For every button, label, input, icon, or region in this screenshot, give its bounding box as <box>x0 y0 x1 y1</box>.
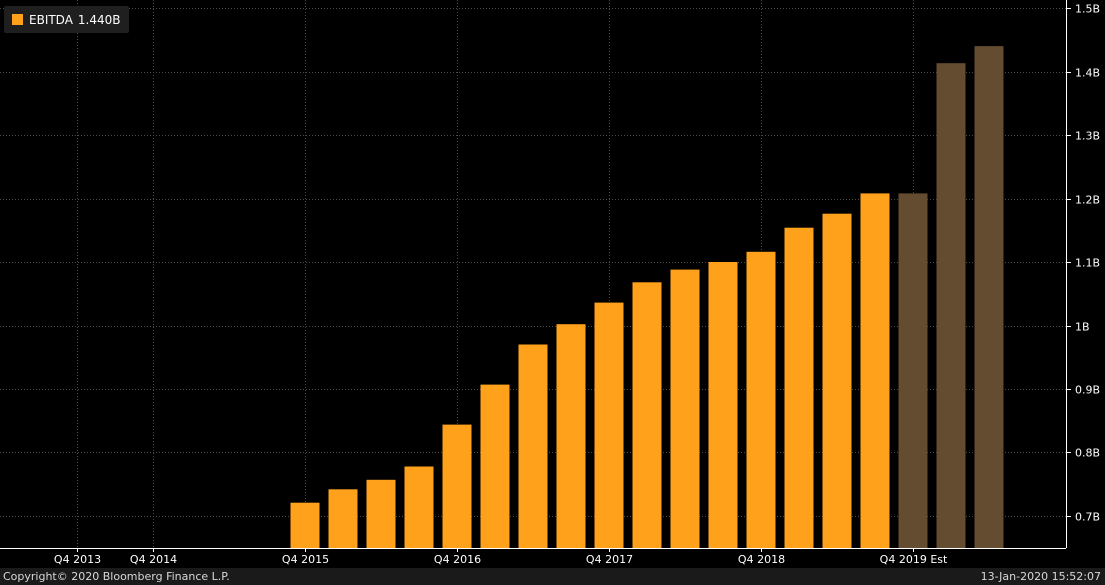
bar-actual <box>328 489 358 548</box>
bar-actual <box>822 213 852 548</box>
bar-actual <box>518 344 548 548</box>
copyright-text: Copyright© 2020 Bloomberg Finance L.P. <box>3 570 230 583</box>
y-tick-label: 1.3B <box>1075 130 1100 143</box>
bar-actual <box>556 324 586 548</box>
bar-actual <box>632 282 662 548</box>
x-tick-label: Q4 2014 <box>130 553 177 566</box>
bar-actual <box>366 479 396 548</box>
y-tick-label: 1.5B <box>1075 3 1100 16</box>
bar-chart: 0.7B 0.8B 0.9B 1B 1.1B 1.2B 1.3B 1.4B 1.5B Q4 201… <box>0 0 1100 566</box>
x-tick-label: Q4 2013 <box>54 553 101 566</box>
bars <box>290 46 1004 549</box>
bar-actual <box>480 384 510 548</box>
bar-actual <box>442 424 472 548</box>
bar-actual <box>594 302 624 548</box>
bar-actual <box>784 227 814 548</box>
x-tick-label: Q4 2018 <box>738 553 785 566</box>
y-tick-label: 0.9B <box>1075 384 1100 397</box>
bar-actual <box>708 262 738 548</box>
x-tick-label: Q4 2019 Est <box>880 553 948 566</box>
y-tick-label: 0.7B <box>1075 511 1100 524</box>
bar-actual <box>670 269 700 548</box>
legend-series-value: 1.440B <box>77 12 121 27</box>
bar-actual <box>860 193 890 548</box>
timestamp-text: 13-Jan-2020 15:52:07 <box>980 570 1101 583</box>
bar-estimate <box>936 63 966 548</box>
bar-estimate <box>898 193 928 548</box>
bar-actual <box>290 502 320 548</box>
x-tick-label: Q4 2017 <box>586 553 633 566</box>
y-tick-label: 1.2B <box>1075 194 1100 207</box>
legend: EBITDA 1.440B <box>4 6 129 33</box>
axes: 0.7B 0.8B 0.9B 1B 1.1B 1.2B 1.3B 1.4B 1.5B Q4 201… <box>0 0 1100 566</box>
bar-actual <box>746 251 776 549</box>
y-tick-label: 0.8B <box>1075 447 1100 460</box>
legend-swatch <box>12 14 23 25</box>
bar-actual <box>404 466 434 548</box>
y-tick-label: 1B <box>1075 321 1090 334</box>
x-tick-label: Q4 2016 <box>434 553 481 566</box>
y-tick-label: 1.4B <box>1075 67 1100 80</box>
bar-estimate <box>974 46 1004 548</box>
legend-series-label: EBITDA <box>29 12 73 27</box>
footer-bar: Copyright© 2020 Bloomberg Finance L.P. 1… <box>0 568 1105 585</box>
chart-area: 0.7B 0.8B 0.9B 1B 1.1B 1.2B 1.3B 1.4B 1.5B Q4 201… <box>0 0 1105 585</box>
y-tick-label: 1.1B <box>1075 257 1100 270</box>
x-tick-label: Q4 2015 <box>282 553 329 566</box>
